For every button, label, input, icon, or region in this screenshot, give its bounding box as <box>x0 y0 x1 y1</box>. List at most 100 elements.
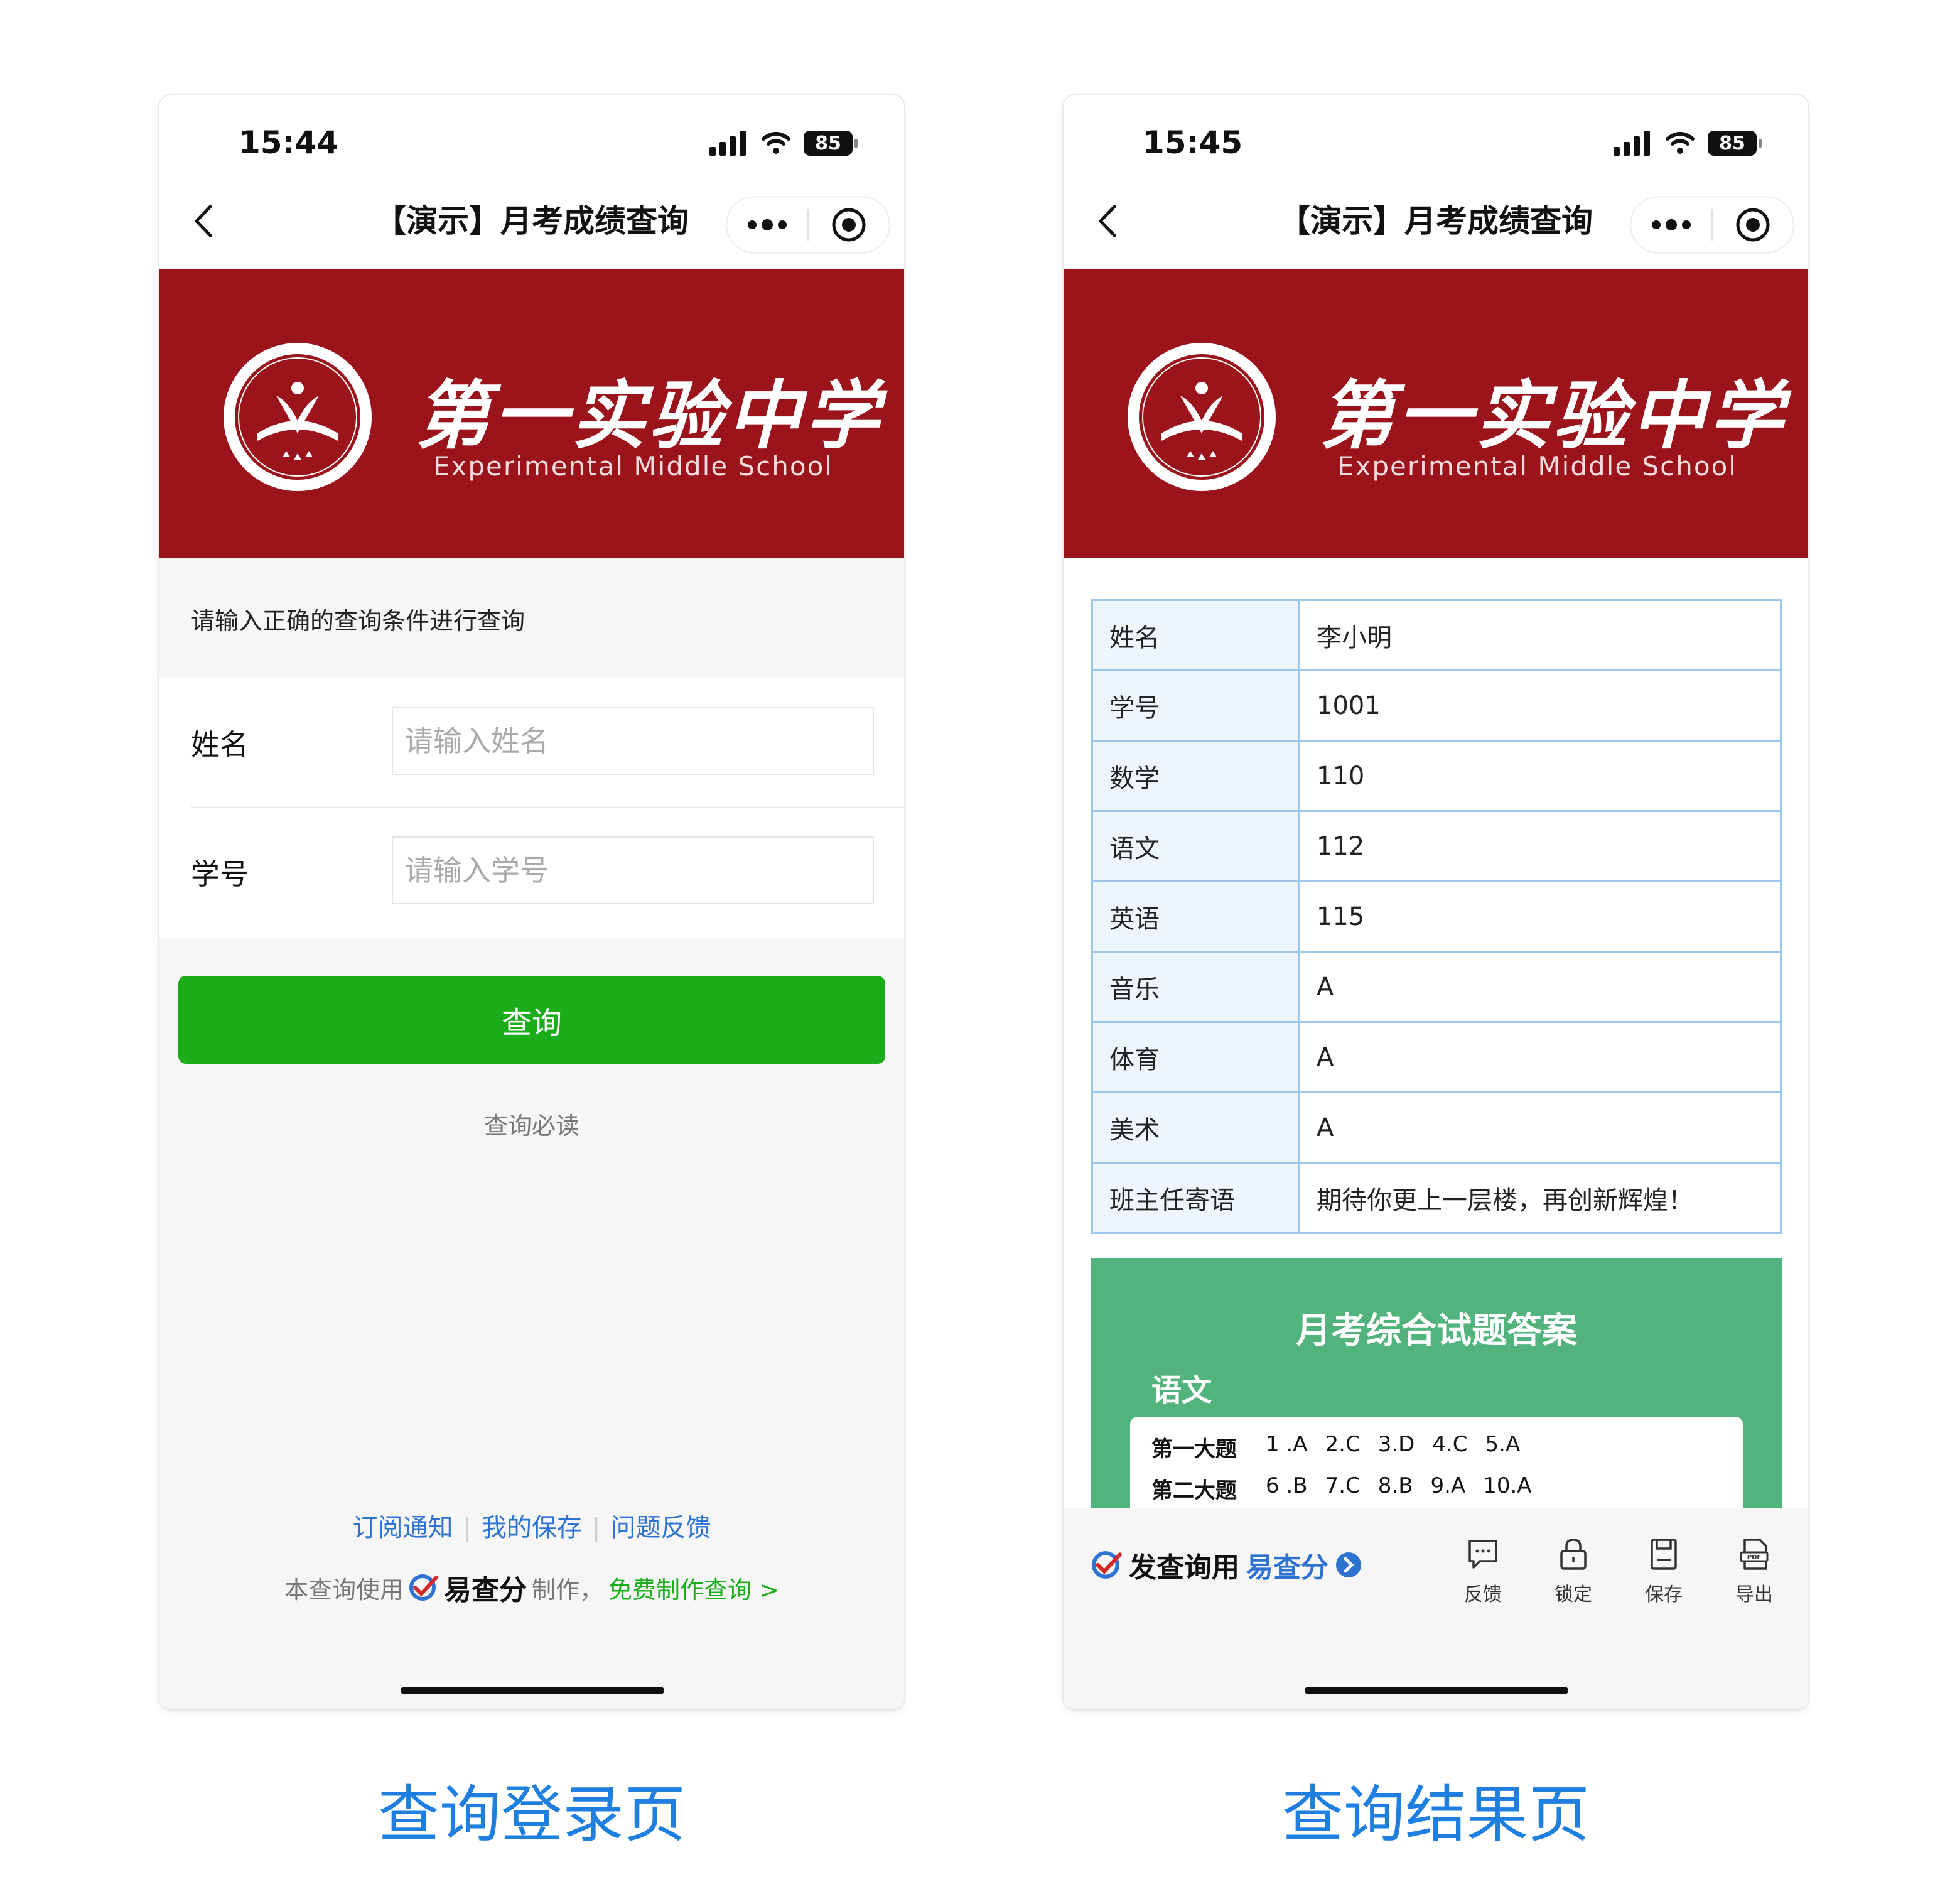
result-row: 音乐 A <box>1091 951 1782 1023</box>
nav-bar: 【演示】月考成绩查询 <box>1064 171 1808 269</box>
lock-icon <box>1560 1539 1587 1570</box>
answer-row-label: 第二大题 <box>1151 1478 1237 1503</box>
result-value: 李小明 <box>1298 599 1782 671</box>
result-value: A <box>1298 951 1782 1023</box>
mini-program-capsule <box>1630 196 1794 254</box>
id-input[interactable] <box>392 836 874 904</box>
school-emblem-icon <box>1128 343 1276 491</box>
school-banner: 第一实验中学 Experimental Middle School <box>1064 269 1808 558</box>
result-key: 数学 <box>1091 740 1300 812</box>
result-row: 学号 1001 <box>1091 669 1782 742</box>
tool-buttons: 反馈 锁定 保存 PDF 导出 <box>1452 1537 1786 1606</box>
result-key: 班主任寄语 <box>1091 1162 1300 1234</box>
status-bar: 15:44 85 <box>159 95 904 171</box>
name-label: 姓名 <box>191 728 249 762</box>
chevron-right-circle-icon <box>1336 1552 1361 1577</box>
result-value: A <box>1298 1091 1782 1164</box>
export-tool-button[interactable]: PDF 导出 <box>1723 1537 1786 1606</box>
result-value: 112 <box>1298 810 1782 882</box>
answer-row: 第一大题 1 .A 2.C 3.D 4.C 5.A <box>1151 1432 1520 1463</box>
publish-brand: 易查分 <box>1246 1552 1328 1584</box>
lock-tool-button[interactable]: 锁定 <box>1542 1537 1605 1606</box>
link-divider: | <box>592 1513 601 1542</box>
yichafen-logo-icon <box>409 1574 439 1601</box>
feedback-tool-button[interactable]: 反馈 <box>1452 1537 1514 1606</box>
publish-query-link[interactable]: 发查询用 易查分 <box>1091 1545 1362 1585</box>
home-indicator[interactable] <box>1305 1687 1568 1694</box>
name-input[interactable] <box>392 707 874 775</box>
answer-item: 10.A <box>1483 1473 1532 1498</box>
close-mini-program-button[interactable] <box>809 197 889 252</box>
yichafen-logo-icon <box>1092 1551 1122 1579</box>
answer-item: 4.C <box>1432 1432 1468 1457</box>
answer-row-label: 第一大题 <box>1151 1437 1237 1462</box>
tool-label: 锁定 <box>1555 1584 1592 1606</box>
more-button[interactable] <box>727 197 807 252</box>
pdf-file-icon: PDF <box>1740 1539 1769 1570</box>
must-read-link[interactable]: 查询必读 <box>159 1106 904 1141</box>
school-name-cn: 第一实验中学 <box>416 372 883 459</box>
result-row: 美术 A <box>1091 1091 1782 1164</box>
nav-bar: 【演示】月考成绩查询 <box>159 171 904 269</box>
battery-indicator: 85 <box>804 131 858 156</box>
result-page-screen: 15:45 85 【演示】月考成绩查询 第一实验中学 Experimental … <box>1064 95 1808 1709</box>
school-name-en: Experimental Middle School <box>1337 451 1737 482</box>
result-row: 班主任寄语 期待你更上一层楼，再创新辉煌！ <box>1091 1162 1782 1234</box>
status-time: 15:45 <box>1143 124 1243 161</box>
wifi-icon <box>762 132 790 154</box>
caption-login-page: 查询登录页 <box>377 1779 686 1851</box>
query-form: 姓名 学号 <box>159 677 904 938</box>
result-row: 体育 A <box>1091 1021 1782 1093</box>
close-mini-program-button[interactable] <box>1713 197 1793 252</box>
answer-title: 月考综合试题答案 <box>1296 1311 1577 1351</box>
query-hint: 请输入正确的查询条件进行查询 <box>191 607 525 635</box>
answer-item: 9.A <box>1430 1473 1466 1498</box>
my-saved-link[interactable]: 我的保存 <box>472 1513 592 1542</box>
result-row: 语文 112 <box>1091 810 1782 882</box>
bottom-toolbar: 发查询用 易查分 反馈 锁定 保存 PDF 导出 <box>1064 1508 1808 1709</box>
svg-text:PDF: PDF <box>1747 1554 1761 1561</box>
home-indicator[interactable] <box>401 1687 664 1694</box>
result-key: 学号 <box>1091 669 1300 742</box>
result-key: 语文 <box>1091 810 1300 882</box>
hint-area: 请输入正确的查询条件进行查询 <box>159 558 904 677</box>
answer-item: 7.C <box>1325 1473 1361 1498</box>
status-icons: 85 <box>1614 131 1762 156</box>
free-create-link[interactable]: 免费制作查询 > <box>608 1571 779 1605</box>
result-key: 姓名 <box>1091 599 1300 671</box>
subscribe-link[interactable]: 订阅通知 <box>343 1513 463 1542</box>
school-name-cn: 第一实验中学 <box>1320 372 1787 459</box>
answer-item: 6 .B <box>1266 1473 1308 1498</box>
result-key: 美术 <box>1091 1091 1300 1164</box>
status-icons: 85 <box>709 131 858 156</box>
tool-label: 导出 <box>1735 1584 1773 1606</box>
mini-program-capsule <box>726 196 890 254</box>
tool-label: 保存 <box>1645 1584 1683 1606</box>
school-emblem-icon <box>224 343 372 491</box>
comment-icon <box>1468 1540 1497 1569</box>
more-dots-icon <box>748 219 787 230</box>
result-row: 数学 110 <box>1091 740 1782 812</box>
caption-result-page: 查询结果页 <box>1281 1779 1590 1851</box>
result-area: 姓名 李小明 学号 1001 数学 110 语文 112 英语 115 音乐 A 体育 A 美术 A 班主任寄语… <box>1064 558 1808 1542</box>
answer-row: 第二大题 6 .B 7.C 8.B 9.A 10.A <box>1151 1473 1532 1504</box>
signal-icon <box>1614 131 1650 156</box>
publish-prefix: 发查询用 <box>1129 1552 1239 1584</box>
more-dots-icon <box>1652 219 1691 230</box>
result-value: 110 <box>1298 740 1782 812</box>
target-circle-icon <box>1736 208 1770 242</box>
result-value: 115 <box>1298 880 1782 953</box>
answer-item: 5.A <box>1485 1432 1521 1457</box>
save-tool-button[interactable]: 保存 <box>1632 1537 1695 1606</box>
status-bar: 15:45 85 <box>1064 95 1808 171</box>
wifi-icon <box>1666 132 1695 154</box>
query-button[interactable]: 查询 <box>178 976 885 1064</box>
answer-item: 1 .A <box>1266 1432 1308 1457</box>
result-value: 1001 <box>1298 669 1782 742</box>
more-button[interactable] <box>1631 197 1711 252</box>
answer-item: 3.D <box>1377 1432 1415 1457</box>
result-key: 音乐 <box>1091 951 1300 1023</box>
tool-label: 反馈 <box>1464 1584 1502 1606</box>
save-icon <box>1651 1539 1677 1570</box>
feedback-link[interactable]: 问题反馈 <box>600 1513 721 1542</box>
